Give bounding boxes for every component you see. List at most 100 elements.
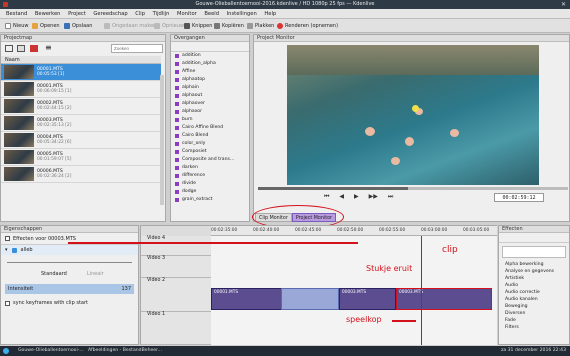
timeline-clip[interactable]: 00003.MTS xyxy=(339,288,396,310)
menu-monitor[interactable]: Monitor xyxy=(177,11,197,17)
render-button[interactable]: Renderen (opnemen) xyxy=(275,21,340,31)
list-item[interactable]: alphaatop xyxy=(171,76,249,84)
list-item[interactable]: Alpha bewerking xyxy=(499,261,569,268)
effects-enable-checkbox[interactable] xyxy=(5,236,10,241)
list-item[interactable]: Composiet xyxy=(171,148,249,156)
chevron-down-icon[interactable]: ▾ xyxy=(5,245,8,255)
list-item[interactable]: alphain xyxy=(171,84,249,92)
list-item[interactable]: 00001.MTS 00:05:53 [1] xyxy=(1,64,161,81)
save-button[interactable]: Opslaan xyxy=(62,21,94,31)
menu-gereedschap[interactable]: Gereedschap xyxy=(93,11,127,17)
play-icon[interactable]: ▶ xyxy=(354,193,359,203)
list-item[interactable]: 00001.MTS 00:06:09:15 [1] xyxy=(1,81,161,98)
monitor-ruler[interactable] xyxy=(258,187,568,190)
list-item[interactable]: dodge xyxy=(171,188,249,196)
list-item[interactable]: Fade xyxy=(499,317,569,324)
scrollbar[interactable] xyxy=(160,75,164,205)
list-item[interactable]: 00004.MTS 00:05:34:22 [6] xyxy=(1,132,161,149)
list-item[interactable]: addition_alpha xyxy=(171,60,249,68)
timeline-clip-selected[interactable]: 00003.MTS xyxy=(396,288,492,310)
list-item[interactable]: addition xyxy=(171,52,249,60)
list-item[interactable]: Diversen xyxy=(499,310,569,317)
list-item[interactable]: burn xyxy=(171,116,249,124)
list-item[interactable]: alphaout xyxy=(171,92,249,100)
timeline-ruler[interactable]: 00:02:35:00 00:02:40:00 00:02:45:00 00:0… xyxy=(211,226,497,236)
playhead[interactable] xyxy=(421,236,422,345)
delete-clip-icon[interactable] xyxy=(30,45,38,52)
list-item[interactable]: darken xyxy=(171,164,249,172)
effects-toolbar[interactable] xyxy=(499,233,569,243)
menu-project[interactable]: Project xyxy=(68,11,86,17)
list-item[interactable]: Beweging xyxy=(499,303,569,310)
list-item[interactable]: Affine xyxy=(171,68,249,76)
effect-header-label: Effecten voor 00003.MTS xyxy=(13,235,76,242)
effect-row[interactable]: ▾ alleb xyxy=(1,245,138,255)
pool-wall xyxy=(287,45,539,75)
taskbar-item[interactable]: Afbeeldingen - BestandBeheer... xyxy=(88,346,162,356)
menu-icon[interactable]: ≡ xyxy=(45,43,52,52)
list-item[interactable]: 00002.MTS 00:02:44:15 [2] xyxy=(1,98,161,115)
track-header-video2[interactable]: Video 2 xyxy=(141,278,211,312)
list-item[interactable]: Audio correctie xyxy=(499,289,569,296)
transitions-search[interactable] xyxy=(171,42,249,52)
list-item[interactable]: 00006.MTS 00:02:36:24 [2] xyxy=(1,166,161,183)
list-item[interactable]: Audio kanalen xyxy=(499,296,569,303)
list-item[interactable]: divide xyxy=(171,180,249,188)
new-button[interactable]: Nieuw xyxy=(3,21,30,31)
timecode-display[interactable]: 00:02:59:12 xyxy=(494,193,544,202)
effects-search[interactable] xyxy=(502,246,566,258)
list-item[interactable]: Filters xyxy=(499,324,569,331)
sync-checkbox[interactable] xyxy=(5,300,10,306)
list-view-icon[interactable] xyxy=(5,45,13,52)
ruler-tick-label: 00:02:50:00 xyxy=(337,228,364,233)
step-forward-icon[interactable]: ▶▶ xyxy=(369,193,378,203)
menu-instellingen[interactable]: Instellingen xyxy=(227,11,257,17)
menu-clip[interactable]: Clip xyxy=(135,11,145,17)
search-input[interactable] xyxy=(111,44,163,53)
copy-button[interactable]: Kopiëren xyxy=(212,21,246,31)
list-item[interactable]: difference xyxy=(171,172,249,180)
list-item[interactable]: Cairo Blend xyxy=(171,132,249,140)
track-header-video3[interactable]: Video 3 xyxy=(141,256,211,278)
timeline-clip-gap[interactable] xyxy=(281,288,339,310)
start-menu-icon[interactable] xyxy=(3,348,9,354)
list-item[interactable]: Audio xyxy=(499,282,569,289)
cut-button[interactable]: Knippen xyxy=(182,21,214,31)
list-item[interactable]: 00003.MTS 00:02:35:13 [2] xyxy=(1,115,161,132)
open-button[interactable]: Openen xyxy=(30,21,62,31)
list-item[interactable]: Analyse en gegevens xyxy=(499,268,569,275)
folder-add-icon[interactable] xyxy=(17,45,25,52)
track-header-video1[interactable]: Video 1 xyxy=(141,312,211,345)
video-preview[interactable] xyxy=(287,45,539,185)
list-item[interactable]: Cairo Affine Blend xyxy=(171,124,249,132)
mode-select[interactable]: Standaard xyxy=(41,269,67,280)
undo-button[interactable]: Ongedaan maken xyxy=(102,21,158,31)
window-close-icon[interactable]: ✕ xyxy=(561,0,566,9)
rewind-icon[interactable]: ⏮ xyxy=(324,193,329,203)
annotation-arrow-speelkop xyxy=(392,320,416,322)
fast-forward-icon[interactable]: ⏭ xyxy=(388,193,393,203)
taskbar-item[interactable]: Gouwe-Olieballentoernooi-... xyxy=(18,346,84,356)
redo-button[interactable]: Opnieuw xyxy=(152,21,186,31)
list-item[interactable]: alphaover xyxy=(171,100,249,108)
menu-bewerken[interactable]: Bewerken xyxy=(35,11,61,17)
list-item[interactable]: Composite and trans... xyxy=(171,156,249,164)
track-header-video4[interactable]: Video 4 xyxy=(141,236,211,256)
keyframe-area[interactable] xyxy=(1,255,138,269)
menu-beeld[interactable]: Beeld xyxy=(204,11,219,17)
list-item[interactable]: Artistiek xyxy=(499,275,569,282)
menu-help[interactable]: Help xyxy=(264,11,276,17)
menu-tijdlijn[interactable]: Tijdlijn xyxy=(153,11,170,17)
step-back-icon[interactable]: ◀ xyxy=(339,193,344,203)
list-item[interactable]: 00005.MTS 00:01:59:07 [5] xyxy=(1,149,161,166)
list-item[interactable]: alphaxor xyxy=(171,108,249,116)
paste-button[interactable]: Plakken xyxy=(245,21,276,31)
keyframe-line xyxy=(7,262,132,263)
list-item[interactable]: grain_extract xyxy=(171,196,249,204)
menu-bestand[interactable]: Bestand xyxy=(6,11,27,17)
list-item[interactable]: color_only xyxy=(171,140,249,148)
column-header-name[interactable]: Naam xyxy=(1,56,161,64)
intensity-slider[interactable]: Intensiteit 137 xyxy=(5,284,134,294)
timeline-clip[interactable]: 00001.MTS xyxy=(211,288,286,310)
interpolation-select[interactable]: Lineair xyxy=(87,269,104,280)
